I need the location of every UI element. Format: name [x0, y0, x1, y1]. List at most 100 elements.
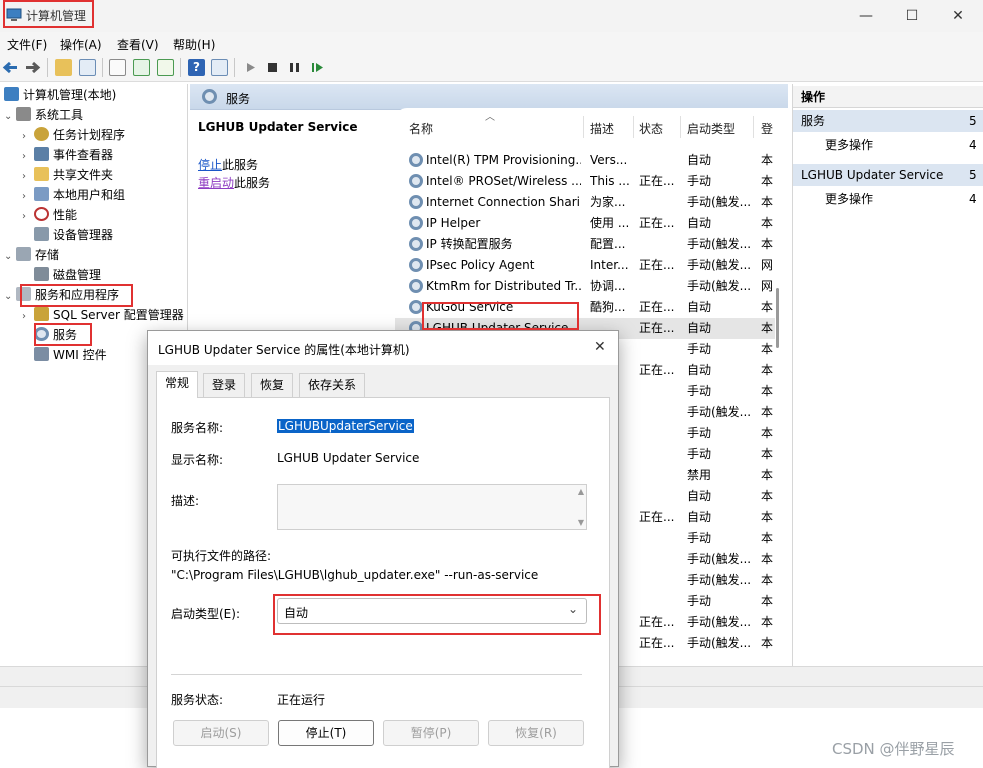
service-logon-cell: 本 [761, 321, 774, 335]
refresh-icon[interactable] [133, 59, 150, 76]
service-row[interactable]: IP Helper 使用 ... 正在... 自动 本 [395, 213, 775, 234]
service-row[interactable]: Internet Connection Shari... 为家... 手动(触发..… [395, 192, 775, 213]
service-row[interactable]: KtmRm for Distributed Tr... 协调... 手动(触发...… [395, 276, 775, 297]
tree-task-scheduler[interactable]: › 任务计划程序 [22, 125, 125, 145]
tree-disk-management[interactable]: 磁盘管理 [34, 265, 101, 285]
dialog-close-icon[interactable]: ✕ [594, 339, 606, 355]
pause-button[interactable]: 暂停(P) [383, 720, 479, 746]
service-logon-cell: 网 [761, 279, 774, 293]
up-folder-icon[interactable] [55, 59, 72, 76]
service-status-cell: 正在... [639, 300, 675, 314]
service-logon-cell: 本 [761, 300, 774, 314]
chevron-right-icon[interactable]: › [22, 187, 34, 207]
stop-service-link[interactable]: 停止 [198, 158, 222, 172]
service-row[interactable]: Intel(R) TPM Provisioning... Vers... 自动 本 [395, 150, 775, 171]
back-icon[interactable] [2, 59, 19, 76]
tree-shared-folders[interactable]: › 共享文件夹 [22, 165, 113, 185]
actions-section-lghub[interactable]: LGHUB Updater Service 5 [793, 164, 983, 186]
column-header-startup[interactable]: 启动类型 [687, 120, 735, 137]
stop-service-icon[interactable] [264, 59, 281, 76]
column-header-description[interactable]: 描述 [590, 120, 614, 137]
service-row[interactable]: IP 转换配置服务 配置... 手动(触发... 本 [395, 234, 775, 255]
path-label: 可执行文件的路径: [171, 549, 272, 563]
services-gear-icon [202, 89, 217, 104]
chevron-right-icon[interactable]: › [22, 167, 34, 187]
action-pane-icon[interactable] [211, 59, 228, 76]
service-startup-cell: 手动 [687, 384, 712, 398]
description-box[interactable]: ▲ ▼ [277, 484, 587, 530]
column-header-status[interactable]: 状态 [639, 120, 663, 137]
chevron-down-icon[interactable]: ⌄ [4, 287, 16, 307]
start-button[interactable]: 启动(S) [173, 720, 269, 746]
restart-service-icon[interactable] [309, 59, 326, 76]
tree-local-users[interactable]: › 本地用户和组 [22, 185, 125, 205]
service-desc-cell: Vers... [590, 153, 628, 167]
more-actions-2[interactable]: 更多操作 4 [793, 188, 983, 210]
service-logon-cell: 本 [761, 552, 774, 566]
service-row[interactable]: IPsec Policy Agent Inter... 正在... 手动(触发... 网 [395, 255, 775, 276]
shared-folder-icon [34, 167, 49, 181]
tree-performance[interactable]: › 性能 [22, 205, 77, 225]
service-name-value[interactable]: LGHUBUpdaterService [277, 419, 414, 433]
maximize-button[interactable]: ☐ [889, 0, 935, 32]
export-list-icon[interactable] [157, 59, 174, 76]
menu-action[interactable]: 操作(A) [60, 36, 102, 53]
service-status-cell: 正在... [639, 216, 675, 230]
tree-root[interactable]: 计算机管理(本地) [4, 85, 116, 105]
help-icon[interactable]: ? [188, 59, 205, 76]
tab-dependencies[interactable]: 依存关系 [299, 373, 366, 397]
scroll-down-icon[interactable]: ▼ [578, 518, 584, 527]
service-desc-cell: 配置... [590, 237, 626, 251]
scroll-up-icon[interactable]: ▲ [578, 487, 584, 496]
column-header-name[interactable]: 名称 [409, 120, 433, 137]
stop-button[interactable]: 停止(T) [278, 720, 374, 746]
service-row[interactable]: Intel® PROSet/Wireless ... This ... 正在... 手… [395, 171, 775, 192]
tree-wmi[interactable]: WMI 控件 [34, 345, 107, 365]
minimize-button[interactable]: — [843, 0, 889, 32]
path-value[interactable]: "C:\Program Files\LGHUB\lghub_updater.ex… [171, 568, 538, 582]
tree-sql-config[interactable]: › SQL Server 配置管理器 [22, 305, 184, 325]
tree-event-viewer[interactable]: › 事件查看器 [22, 145, 113, 165]
chevron-right-icon[interactable]: › [22, 207, 34, 227]
properties-icon[interactable] [109, 59, 126, 76]
tab-logon[interactable]: 登录 [203, 373, 246, 397]
service-startup-cell: 自动 [687, 153, 712, 167]
display-name-value[interactable]: LGHUB Updater Service [277, 451, 419, 465]
restart-service-link[interactable]: 重启动 [198, 176, 234, 190]
forward-icon[interactable] [24, 59, 41, 76]
service-startup-cell: 手动 [687, 447, 712, 461]
service-startup-cell: 手动(触发... [687, 258, 751, 272]
tab-general[interactable]: 常规 [156, 371, 199, 398]
chevron-right-icon[interactable]: › [22, 307, 34, 327]
menu-view[interactable]: 查看(V) [117, 36, 159, 53]
service-startup-cell: 手动(触发... [687, 615, 751, 629]
service-logon-cell: 本 [761, 384, 774, 398]
chevron-right-icon[interactable]: › [22, 147, 34, 167]
chevron-right-icon[interactable]: › [22, 127, 34, 147]
console-tree-icon[interactable] [79, 59, 96, 76]
stop-service-line: 停止此服务 [198, 158, 259, 172]
service-startup-cell: 自动 [687, 321, 712, 335]
service-status-cell: 正在... [639, 636, 675, 650]
close-button[interactable]: ✕ [935, 0, 981, 32]
tree-device-manager[interactable]: 设备管理器 [34, 225, 113, 245]
service-name-label: 服务名称: [171, 421, 224, 435]
service-logon-cell: 本 [761, 636, 774, 650]
list-scrollbar-thumb[interactable] [776, 288, 779, 348]
column-header-logon[interactable]: 登 [761, 120, 773, 137]
chevron-down-icon[interactable]: ⌄ [4, 107, 16, 127]
service-status-cell: 正在... [639, 174, 675, 188]
tree-storage[interactable]: ⌄ 存储 [4, 245, 59, 265]
pause-service-icon[interactable] [286, 59, 303, 76]
resume-button[interactable]: 恢复(R) [488, 720, 584, 746]
actions-section-services[interactable]: 服务 5 [793, 110, 983, 132]
start-service-icon[interactable] [242, 59, 259, 76]
tree-system-tools[interactable]: ⌄ 系统工具 [4, 105, 83, 125]
display-name-label: 显示名称: [171, 453, 224, 467]
menu-file[interactable]: 文件(F) [7, 36, 47, 53]
sort-ascending-icon: ︿ [485, 112, 495, 123]
more-actions-1[interactable]: 更多操作 4 [793, 134, 983, 156]
chevron-down-icon[interactable]: ⌄ [4, 247, 16, 267]
tab-recovery[interactable]: 恢复 [251, 373, 294, 397]
menu-help[interactable]: 帮助(H) [173, 36, 215, 53]
